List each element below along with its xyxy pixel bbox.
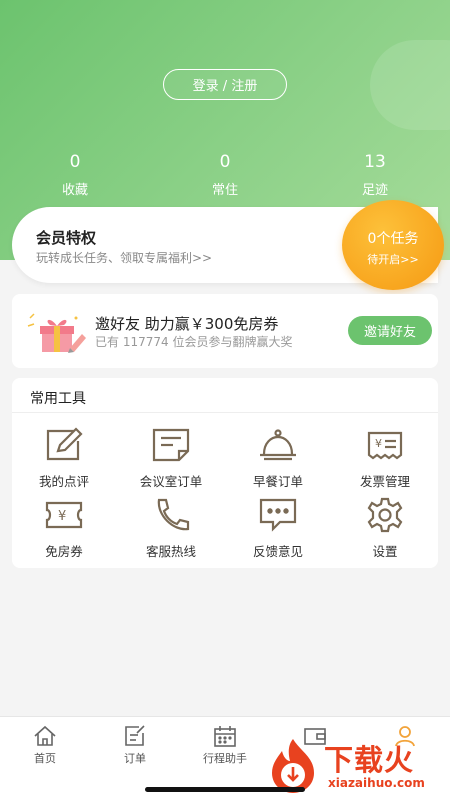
- member-title: 会员特权: [36, 229, 97, 247]
- tab-label: 订单: [124, 752, 146, 765]
- tool-label: 免房券: [45, 544, 83, 559]
- invite-friends-button[interactable]: 邀请好友: [348, 316, 432, 345]
- meeting-order-icon: [152, 428, 190, 462]
- stat-frequent-guests[interactable]: 0 常住: [175, 152, 275, 198]
- svg-text:¥: ¥: [58, 509, 66, 524]
- gift-icon: [27, 313, 86, 353]
- stat-label: 常住: [211, 183, 238, 198]
- breakfast-cloche-icon: [260, 429, 296, 461]
- invoice-icon: ¥: [367, 431, 403, 460]
- watermark-domain: xiazaihuo.com: [328, 776, 425, 790]
- stat-footprints[interactable]: 13 足迹: [325, 152, 425, 198]
- tool-label: 早餐订单: [252, 474, 303, 489]
- stat-value: 0: [219, 152, 231, 172]
- tool-feedback[interactable]: 反馈意见: [228, 497, 328, 560]
- home-icon: [34, 725, 56, 746]
- watermark-brand: 下载火: [324, 743, 415, 777]
- edit-review-icon: [46, 427, 83, 461]
- tool-label: 我的点评: [38, 474, 89, 489]
- calendar-icon: [214, 726, 236, 747]
- phone-icon: [157, 498, 190, 531]
- tool-label: 发票管理: [359, 474, 410, 489]
- decorative-blob: [370, 40, 450, 130]
- tool-invoice-management[interactable]: ¥ 发票管理: [335, 427, 435, 490]
- feedback-icon: [259, 498, 297, 532]
- member-subtitle: 玩转成长任务、领取专属福利>>: [36, 251, 213, 265]
- stat-label: 收藏: [61, 183, 88, 198]
- invite-title: 邀好友 助力赢￥300免房券: [95, 315, 279, 333]
- task-button[interactable]: 0个任务 待开启>>: [342, 200, 444, 290]
- login-register-button[interactable]: 登录 / 注册: [163, 69, 287, 100]
- tab-home[interactable]: 首页: [0, 725, 90, 766]
- coupon-icon: ¥: [45, 501, 83, 529]
- divider: [12, 412, 438, 413]
- tool-free-room-coupon[interactable]: ¥ 免房券: [14, 497, 114, 560]
- svg-text:¥: ¥: [375, 437, 382, 450]
- tool-label: 反馈意见: [252, 544, 303, 559]
- tab-orders[interactable]: 订单: [90, 725, 180, 766]
- task-status: 待开启>>: [367, 253, 419, 266]
- tool-label: 客服热线: [145, 544, 196, 559]
- tool-breakfast-order[interactable]: 早餐订单: [228, 427, 328, 490]
- tool-label: 设置: [372, 544, 398, 559]
- task-count: 0个任务: [367, 231, 419, 247]
- tools-title: 常用工具: [30, 391, 86, 407]
- tab-label: 行程助手: [203, 752, 247, 765]
- tool-meeting-room-order[interactable]: 会议室订单: [121, 427, 221, 490]
- stat-label: 足迹: [361, 183, 388, 198]
- tool-label: 会议室订单: [139, 474, 203, 489]
- tool-my-reviews[interactable]: 我的点评: [14, 427, 114, 490]
- gear-icon: [367, 497, 403, 533]
- tool-settings[interactable]: 设置: [335, 497, 435, 560]
- home-indicator: [145, 787, 305, 792]
- tool-customer-service[interactable]: 客服热线: [121, 497, 221, 560]
- stat-value: 0: [69, 152, 81, 172]
- stat-favorites[interactable]: 0 收藏: [25, 152, 125, 198]
- order-icon: [125, 725, 145, 746]
- tab-label: 首页: [34, 752, 56, 765]
- invite-subtitle: 已有 117774 位会员参与翻牌赢大奖: [95, 335, 293, 349]
- stat-value: 13: [364, 152, 386, 172]
- tab-trip-assistant[interactable]: 行程助手: [180, 725, 270, 766]
